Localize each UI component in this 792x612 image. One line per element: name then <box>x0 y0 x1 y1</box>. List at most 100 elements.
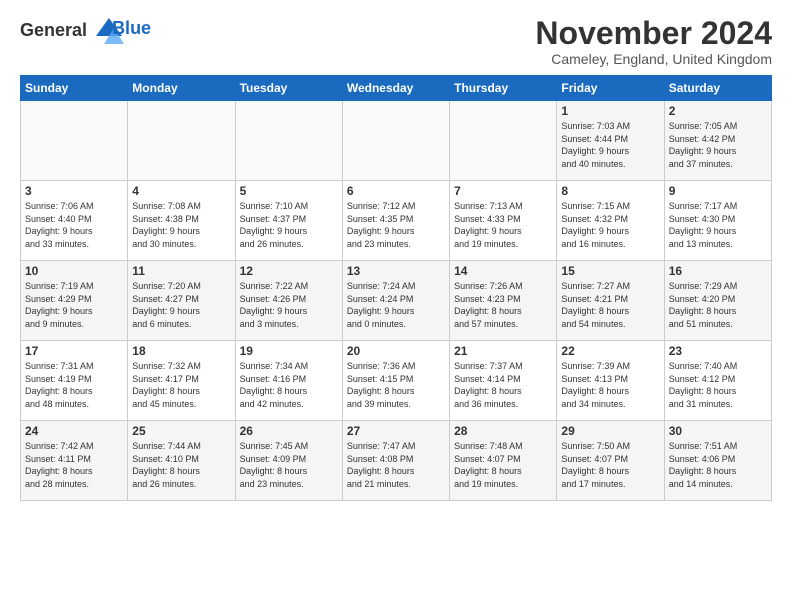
day-info: Sunrise: 7:42 AM Sunset: 4:11 PM Dayligh… <box>25 440 123 490</box>
day-cell: 25 Sunrise: 7:44 AM Sunset: 4:10 PM Dayli… <box>128 421 235 501</box>
day-number: 22 <box>561 344 659 358</box>
day-cell: 19 Sunrise: 7:34 AM Sunset: 4:16 PM Dayli… <box>235 341 342 421</box>
day-cell: 12 Sunrise: 7:22 AM Sunset: 4:26 PM Dayli… <box>235 261 342 341</box>
day-info: Sunrise: 7:27 AM Sunset: 4:21 PM Dayligh… <box>561 280 659 330</box>
logo-blue: Blue <box>112 19 151 39</box>
day-info: Sunrise: 7:19 AM Sunset: 4:29 PM Dayligh… <box>25 280 123 330</box>
day-number: 26 <box>240 424 338 438</box>
day-cell: 17 Sunrise: 7:31 AM Sunset: 4:19 PM Dayli… <box>21 341 128 421</box>
col-header-monday: Monday <box>128 76 235 101</box>
page: General Blue November 2024 Cameley, Engl… <box>0 0 792 511</box>
day-number: 15 <box>561 264 659 278</box>
day-cell: 20 Sunrise: 7:36 AM Sunset: 4:15 PM Dayli… <box>342 341 449 421</box>
col-header-thursday: Thursday <box>450 76 557 101</box>
day-number: 12 <box>240 264 338 278</box>
day-number: 8 <box>561 184 659 198</box>
day-info: Sunrise: 7:26 AM Sunset: 4:23 PM Dayligh… <box>454 280 552 330</box>
day-cell: 23Sunrise: 7:40 AM Sunset: 4:12 PM Dayli… <box>664 341 771 421</box>
day-cell <box>342 101 449 181</box>
day-cell: 6Sunrise: 7:12 AM Sunset: 4:35 PM Daylig… <box>342 181 449 261</box>
day-cell: 7 Sunrise: 7:13 AM Sunset: 4:33 PM Daylig… <box>450 181 557 261</box>
day-number: 19 <box>240 344 338 358</box>
day-info: Sunrise: 7:06 AM Sunset: 4:40 PM Dayligh… <box>25 200 123 250</box>
day-cell: 30 Sunrise: 7:51 AM Sunset: 4:06 PM Dayli… <box>664 421 771 501</box>
day-info: Sunrise: 7:15 AM Sunset: 4:32 PM Dayligh… <box>561 200 659 250</box>
day-number: 7 <box>454 184 552 198</box>
col-header-saturday: Saturday <box>664 76 771 101</box>
day-info: Sunrise: 7:32 AM Sunset: 4:17 PM Dayligh… <box>132 360 230 410</box>
day-info: Sunrise: 7:31 AM Sunset: 4:19 PM Dayligh… <box>25 360 123 410</box>
day-cell: 22 Sunrise: 7:39 AM Sunset: 4:13 PM Dayli… <box>557 341 664 421</box>
day-number: 24 <box>25 424 123 438</box>
day-number: 5 <box>240 184 338 198</box>
day-cell <box>235 101 342 181</box>
day-info: Sunrise: 7:44 AM Sunset: 4:10 PM Dayligh… <box>132 440 230 490</box>
day-cell: 8 Sunrise: 7:15 AM Sunset: 4:32 PM Daylig… <box>557 181 664 261</box>
day-cell: 27Sunrise: 7:47 AM Sunset: 4:08 PM Dayli… <box>342 421 449 501</box>
col-header-sunday: Sunday <box>21 76 128 101</box>
month-title: November 2024 <box>535 16 772 51</box>
day-cell: 15 Sunrise: 7:27 AM Sunset: 4:21 PM Dayli… <box>557 261 664 341</box>
day-info: Sunrise: 7:39 AM Sunset: 4:13 PM Dayligh… <box>561 360 659 410</box>
day-cell: 26 Sunrise: 7:45 AM Sunset: 4:09 PM Dayli… <box>235 421 342 501</box>
day-number: 21 <box>454 344 552 358</box>
day-cell: 10 Sunrise: 7:19 AM Sunset: 4:29 PM Dayli… <box>21 261 128 341</box>
day-number: 29 <box>561 424 659 438</box>
day-cell <box>128 101 235 181</box>
day-cell: 11 Sunrise: 7:20 AM Sunset: 4:27 PM Dayli… <box>128 261 235 341</box>
calendar-table: SundayMondayTuesdayWednesdayThursdayFrid… <box>20 75 772 501</box>
day-info: Sunrise: 7:20 AM Sunset: 4:27 PM Dayligh… <box>132 280 230 330</box>
day-number: 4 <box>132 184 230 198</box>
day-info: Sunrise: 7:51 AM Sunset: 4:06 PM Dayligh… <box>669 440 767 490</box>
day-info: Sunrise: 7:22 AM Sunset: 4:26 PM Dayligh… <box>240 280 338 330</box>
day-info: Sunrise: 7:45 AM Sunset: 4:09 PM Dayligh… <box>240 440 338 490</box>
day-cell: 21 Sunrise: 7:37 AM Sunset: 4:14 PM Dayli… <box>450 341 557 421</box>
day-number: 13 <box>347 264 445 278</box>
day-cell: 2Sunrise: 7:05 AM Sunset: 4:42 PM Daylig… <box>664 101 771 181</box>
day-info: Sunrise: 7:36 AM Sunset: 4:15 PM Dayligh… <box>347 360 445 410</box>
day-info: Sunrise: 7:37 AM Sunset: 4:14 PM Dayligh… <box>454 360 552 410</box>
day-info: Sunrise: 7:13 AM Sunset: 4:33 PM Dayligh… <box>454 200 552 250</box>
title-area: November 2024 Cameley, England, United K… <box>535 16 772 67</box>
day-number: 25 <box>132 424 230 438</box>
day-cell <box>450 101 557 181</box>
day-info: Sunrise: 7:34 AM Sunset: 4:16 PM Dayligh… <box>240 360 338 410</box>
day-number: 10 <box>25 264 123 278</box>
day-cell: 13 Sunrise: 7:24 AM Sunset: 4:24 PM Dayli… <box>342 261 449 341</box>
day-number: 23 <box>669 344 767 358</box>
day-cell: 18 Sunrise: 7:32 AM Sunset: 4:17 PM Dayli… <box>128 341 235 421</box>
day-number: 28 <box>454 424 552 438</box>
day-number: 17 <box>25 344 123 358</box>
day-number: 3 <box>25 184 123 198</box>
day-number: 2 <box>669 104 767 118</box>
day-number: 6 <box>347 184 445 198</box>
day-cell <box>21 101 128 181</box>
header: General Blue November 2024 Cameley, Engl… <box>20 16 772 67</box>
header-row: SundayMondayTuesdayWednesdayThursdayFrid… <box>21 76 772 101</box>
day-cell: 3 Sunrise: 7:06 AM Sunset: 4:40 PM Daylig… <box>21 181 128 261</box>
day-cell: 29 Sunrise: 7:50 AM Sunset: 4:07 PM Dayli… <box>557 421 664 501</box>
day-number: 11 <box>132 264 230 278</box>
day-cell: 24 Sunrise: 7:42 AM Sunset: 4:11 PM Dayli… <box>21 421 128 501</box>
day-cell: 16Sunrise: 7:29 AM Sunset: 4:20 PM Dayli… <box>664 261 771 341</box>
day-info: Sunrise: 7:24 AM Sunset: 4:24 PM Dayligh… <box>347 280 445 330</box>
col-header-wednesday: Wednesday <box>342 76 449 101</box>
day-number: 20 <box>347 344 445 358</box>
subtitle: Cameley, England, United Kingdom <box>535 51 772 67</box>
day-info: Sunrise: 7:17 AM Sunset: 4:30 PM Dayligh… <box>669 200 767 250</box>
day-cell: 5Sunrise: 7:10 AM Sunset: 4:37 PM Daylig… <box>235 181 342 261</box>
day-info: Sunrise: 7:29 AM Sunset: 4:20 PM Dayligh… <box>669 280 767 330</box>
day-number: 14 <box>454 264 552 278</box>
day-number: 18 <box>132 344 230 358</box>
day-cell: 4 Sunrise: 7:08 AM Sunset: 4:38 PM Daylig… <box>128 181 235 261</box>
day-info: Sunrise: 7:47 AM Sunset: 4:08 PM Dayligh… <box>347 440 445 490</box>
day-info: Sunrise: 7:50 AM Sunset: 4:07 PM Dayligh… <box>561 440 659 490</box>
day-cell: 9 Sunrise: 7:17 AM Sunset: 4:30 PM Daylig… <box>664 181 771 261</box>
logo: General Blue <box>20 16 151 46</box>
day-number: 9 <box>669 184 767 198</box>
day-info: Sunrise: 7:08 AM Sunset: 4:38 PM Dayligh… <box>132 200 230 250</box>
col-header-tuesday: Tuesday <box>235 76 342 101</box>
week-row-1: 1Sunrise: 7:03 AM Sunset: 4:44 PM Daylig… <box>21 101 772 181</box>
day-number: 30 <box>669 424 767 438</box>
col-header-friday: Friday <box>557 76 664 101</box>
